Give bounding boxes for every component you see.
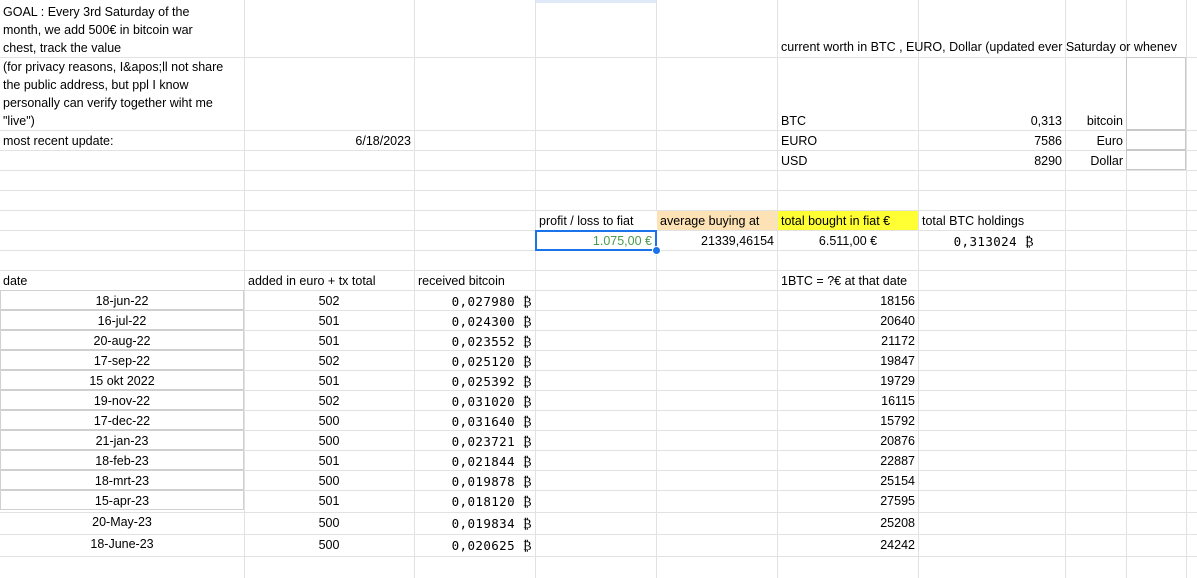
worth-euro-label[interactable]: EURO	[778, 134, 820, 149]
added-cell[interactable]: 501	[244, 454, 414, 469]
rate-cell[interactable]: 21172	[777, 334, 918, 349]
date-cell[interactable]: 18-mrt-23	[0, 470, 244, 490]
grid-hline	[0, 190, 1197, 191]
btc-cell[interactable]: 0,027980 ₿	[414, 294, 535, 309]
rate-cell[interactable]: 20640	[777, 314, 918, 329]
date-cell[interactable]: 17-sep-22	[0, 350, 244, 370]
selected-column-highlight	[536, 0, 657, 3]
added-cell[interactable]: 501	[244, 334, 414, 349]
recent-update-label[interactable]: most recent update:	[0, 134, 116, 149]
added-cell[interactable]: 501	[244, 494, 414, 509]
worth-title[interactable]: current worth in BTC , EURO, Dollar (upd…	[778, 40, 1197, 55]
worth-usd-value[interactable]: 8290	[990, 154, 1065, 169]
date-cell[interactable]: 15 okt 2022	[0, 370, 244, 390]
grid-vline	[918, 0, 919, 578]
header-added[interactable]: added in euro + tx total	[245, 274, 379, 289]
btc-cell[interactable]: 0,025392 ₿	[414, 374, 535, 389]
grid-vline	[777, 0, 778, 578]
date-cell[interactable]: 18-feb-23	[0, 450, 244, 470]
empty-bordered-cell[interactable]	[1126, 130, 1186, 150]
added-cell[interactable]: 500	[244, 474, 414, 489]
goal-text[interactable]: GOAL : Every 3rd Saturday of the month, …	[0, 3, 232, 57]
date-cell[interactable]: 18-June-23	[0, 534, 244, 556]
worth-euro-value[interactable]: 7586	[990, 134, 1065, 149]
grid-vline	[535, 0, 536, 578]
added-cell[interactable]: 502	[244, 294, 414, 309]
rate-cell[interactable]: 25208	[777, 516, 918, 531]
date-cell[interactable]: 16-jul-22	[0, 310, 244, 330]
worth-btc-unit[interactable]: bitcoin	[1065, 114, 1126, 129]
empty-bordered-cell[interactable]	[1126, 150, 1186, 170]
date-cell[interactable]: 17-dec-22	[0, 410, 244, 430]
date-cell[interactable]: 20-May-23	[0, 512, 244, 534]
rate-cell[interactable]: 24242	[777, 538, 918, 553]
rate-cell[interactable]: 20876	[777, 434, 918, 449]
btc-cell[interactable]: 0,019834 ₿	[414, 516, 535, 531]
date-cell[interactable]: 19-nov-22	[0, 390, 244, 410]
btc-cell[interactable]: 0,024300 ₿	[414, 314, 535, 329]
rate-cell[interactable]: 15792	[777, 414, 918, 429]
btc-cell[interactable]: 0,023552 ₿	[414, 334, 535, 349]
total-bought-value[interactable]: 6.511,00 €	[778, 234, 918, 249]
btc-cell[interactable]: 0,018120 ₿	[414, 494, 535, 509]
holdings-label[interactable]: total BTC holdings	[919, 214, 1027, 229]
grid-vline	[244, 0, 245, 578]
btc-cell[interactable]: 0,021844 ₿	[414, 454, 535, 469]
holdings-value[interactable]: 0,313024 ₿	[919, 234, 1037, 249]
grid-hline	[0, 170, 1197, 171]
profit-label[interactable]: profit / loss to fiat	[536, 211, 657, 230]
grid-hline	[0, 150, 1197, 151]
btc-cell[interactable]: 0,020625 ₿	[414, 538, 535, 553]
date-cell[interactable]: 15-apr-23	[0, 490, 244, 510]
worth-usd-label[interactable]: USD	[778, 154, 810, 169]
grid-vline	[656, 0, 657, 578]
profit-value-cell[interactable]: 1.075,00 €	[535, 230, 657, 251]
recent-update-date[interactable]: 6/18/2023	[244, 134, 414, 149]
btc-cell[interactable]: 0,031020 ₿	[414, 394, 535, 409]
grid-vline	[1065, 0, 1066, 578]
date-cell[interactable]: 21-jan-23	[0, 430, 244, 450]
empty-bordered-cell[interactable]	[1126, 57, 1186, 130]
added-cell[interactable]: 501	[244, 374, 414, 389]
date-cell[interactable]: 18-jun-22	[0, 290, 244, 310]
rate-cell[interactable]: 19847	[777, 354, 918, 369]
rate-cell[interactable]: 16115	[777, 394, 918, 409]
rate-cell[interactable]: 27595	[777, 494, 918, 509]
added-cell[interactable]: 502	[244, 394, 414, 409]
total-bought-label[interactable]: total bought in fiat €	[778, 211, 918, 230]
grid-hline	[0, 270, 1197, 271]
rate-cell[interactable]: 25154	[777, 474, 918, 489]
worth-usd-unit[interactable]: Dollar	[1065, 154, 1126, 169]
btc-cell[interactable]: 0,025120 ₿	[414, 354, 535, 369]
header-rate[interactable]: 1BTC = ?€ at that date	[778, 274, 910, 289]
header-date[interactable]: date	[0, 274, 30, 289]
privacy-note[interactable]: (for privacy reasons, I&apos;ll not shar…	[0, 58, 244, 130]
worth-btc-label[interactable]: BTC	[778, 114, 809, 129]
grid-vline	[414, 0, 415, 578]
btc-cell[interactable]: 0,019878 ₿	[414, 474, 535, 489]
grid-hline	[0, 130, 1197, 131]
added-cell[interactable]: 500	[244, 434, 414, 449]
btc-cell[interactable]: 0,031640 ₿	[414, 414, 535, 429]
spreadsheet-grid[interactable]: GOAL : Every 3rd Saturday of the month, …	[0, 0, 1197, 578]
added-cell[interactable]: 501	[244, 314, 414, 329]
added-cell[interactable]: 500	[244, 414, 414, 429]
added-cell[interactable]: 500	[244, 538, 414, 553]
date-cell[interactable]: 20-aug-22	[0, 330, 244, 350]
avg-buy-value[interactable]: 21339,46154	[657, 234, 777, 249]
grid-vline	[1186, 0, 1187, 578]
rate-cell[interactable]: 19729	[777, 374, 918, 389]
rate-cell[interactable]: 18156	[777, 294, 918, 309]
rate-cell[interactable]: 22887	[777, 454, 918, 469]
grid-hline	[0, 556, 1197, 557]
worth-euro-unit[interactable]: Euro	[1065, 134, 1126, 149]
added-cell[interactable]: 500	[244, 516, 414, 531]
worth-btc-value[interactable]: 0,313	[990, 114, 1065, 129]
btc-cell[interactable]: 0,023721 ₿	[414, 434, 535, 449]
header-received[interactable]: received bitcoin	[415, 274, 508, 289]
added-cell[interactable]: 502	[244, 354, 414, 369]
avg-buy-label[interactable]: average buying at	[657, 211, 777, 230]
